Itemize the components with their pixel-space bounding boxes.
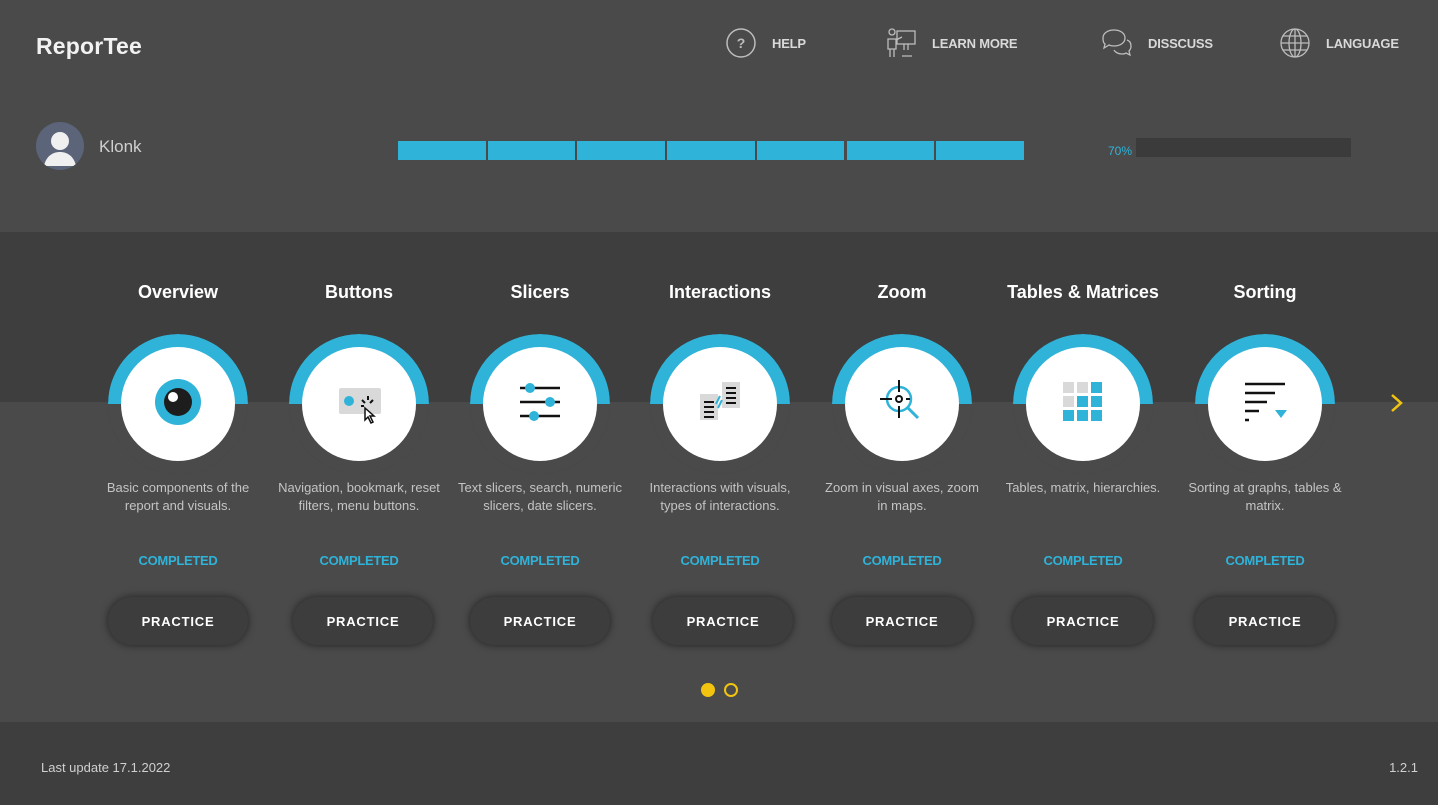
nav-discuss[interactable]: DISSCUSS	[1100, 26, 1213, 60]
globe-icon	[1278, 26, 1312, 60]
footer: Last update 17.1.2022 1.2.1	[0, 722, 1438, 805]
progress-segment	[936, 141, 1024, 160]
module-title: Sorting	[1233, 282, 1297, 302]
practice-button[interactable]: PRACTICE	[1195, 597, 1335, 645]
eye-icon	[154, 378, 202, 431]
progress-segment	[398, 141, 486, 160]
presentation-icon	[884, 26, 918, 60]
pager-dot-1[interactable]	[701, 683, 715, 697]
help-icon: ?	[724, 26, 758, 60]
practice-button[interactable]: PRACTICE	[293, 597, 433, 645]
module-icon-circle[interactable]	[845, 347, 959, 461]
practice-button[interactable]: PRACTICE	[1013, 597, 1153, 645]
progress-track	[1136, 138, 1351, 157]
module-icon-circle[interactable]	[121, 347, 235, 461]
app-logo: ReporTee	[36, 33, 142, 59]
nav-learn-more[interactable]: LEARN MORE	[884, 26, 1018, 60]
module-status: COMPLETED	[1043, 553, 1123, 568]
chat-icon	[1100, 26, 1134, 60]
progress-label: 70%	[1107, 144, 1132, 158]
module-icon-circle[interactable]	[1026, 347, 1140, 461]
table-grid-icon	[1061, 380, 1105, 429]
module-description: Sorting at graphs, tables & matrix.	[1188, 480, 1342, 513]
sort-icon	[1241, 378, 1289, 431]
nav-discuss-label: DISSCUSS	[1148, 35, 1213, 51]
avatar	[36, 122, 84, 170]
module-overview: Overview Basic components of the report …	[88, 282, 268, 652]
progress-segment	[756, 141, 845, 160]
progress-segment	[846, 141, 935, 160]
user-name: Klonk	[99, 137, 142, 156]
nav-help[interactable]: ? HELP	[724, 26, 806, 60]
next-page-arrow[interactable]	[1386, 392, 1406, 414]
module-tables-matrices: Tables & Matrices Tables, matrix, hierar…	[993, 282, 1173, 652]
module-icon-circle[interactable]	[1208, 347, 1322, 461]
module-sorting: Sorting Sorting at graphs, tables & matr…	[1175, 282, 1355, 652]
nav-language[interactable]: LANGUAGE	[1278, 26, 1399, 60]
module-slicers: Slicers Text slicers, search, numeric sl…	[450, 282, 630, 652]
pager	[701, 683, 738, 697]
nav-learn-more-label: LEARN MORE	[932, 35, 1018, 51]
practice-button[interactable]: PRACTICE	[832, 597, 972, 645]
module-description: Text slicers, search, numeric slicers, d…	[458, 480, 622, 513]
module-description: Tables, matrix, hierarchies.	[1005, 480, 1161, 495]
module-interactions: Interactions Interactions with visuals, …	[630, 282, 810, 652]
module-status: COMPLETED	[319, 553, 399, 568]
zoom-icon	[878, 378, 926, 431]
nav-language-label: LANGUAGE	[1326, 35, 1399, 51]
module-title: Tables & Matrices	[1007, 282, 1159, 302]
last-update: Last update 17.1.2022	[41, 760, 171, 775]
svg-text:?: ?	[737, 35, 746, 51]
module-description: Interactions with visuals, types of inte…	[649, 480, 791, 513]
practice-button[interactable]: PRACTICE	[470, 597, 610, 645]
module-title: Buttons	[325, 282, 393, 302]
module-icon-circle[interactable]	[302, 347, 416, 461]
module-status: COMPLETED	[500, 553, 580, 568]
button-click-icon	[335, 378, 383, 431]
module-description: Navigation, bookmark, reset filters, men…	[278, 480, 440, 513]
progress-segment	[577, 141, 666, 160]
module-buttons: Buttons Navigation, bookmark, reset filt…	[269, 282, 449, 652]
progress-segment	[487, 141, 576, 160]
module-title: Zoom	[877, 282, 927, 302]
module-title: Slicers	[510, 282, 570, 302]
progress-segment	[667, 141, 755, 160]
interactions-icon	[696, 378, 744, 431]
version: 1.2.1	[1389, 760, 1418, 775]
practice-button[interactable]: PRACTICE	[108, 597, 248, 645]
module-title: Overview	[137, 282, 219, 302]
module-status: COMPLETED	[1225, 553, 1305, 568]
module-description: Basic components of the report and visua…	[106, 480, 250, 513]
module-zoom: Zoom Zoom in visual axes, zoom in maps. …	[812, 282, 992, 652]
module-icon-circle[interactable]	[483, 347, 597, 461]
pager-dot-2[interactable]	[724, 683, 738, 697]
module-status: COMPLETED	[862, 553, 942, 568]
module-status: COMPLETED	[138, 553, 218, 568]
nav-help-label: HELP	[772, 35, 806, 51]
module-icon-circle[interactable]	[663, 347, 777, 461]
progress-bar: 70%	[398, 141, 1136, 160]
chevron-right-icon	[1391, 394, 1403, 412]
module-description: Zoom in visual axes, zoom in maps.	[825, 480, 979, 513]
practice-button[interactable]: PRACTICE	[653, 597, 793, 645]
header	[0, 0, 1438, 232]
sliders-icon	[516, 378, 564, 431]
module-title: Interactions	[668, 282, 772, 302]
module-status: COMPLETED	[680, 553, 760, 568]
